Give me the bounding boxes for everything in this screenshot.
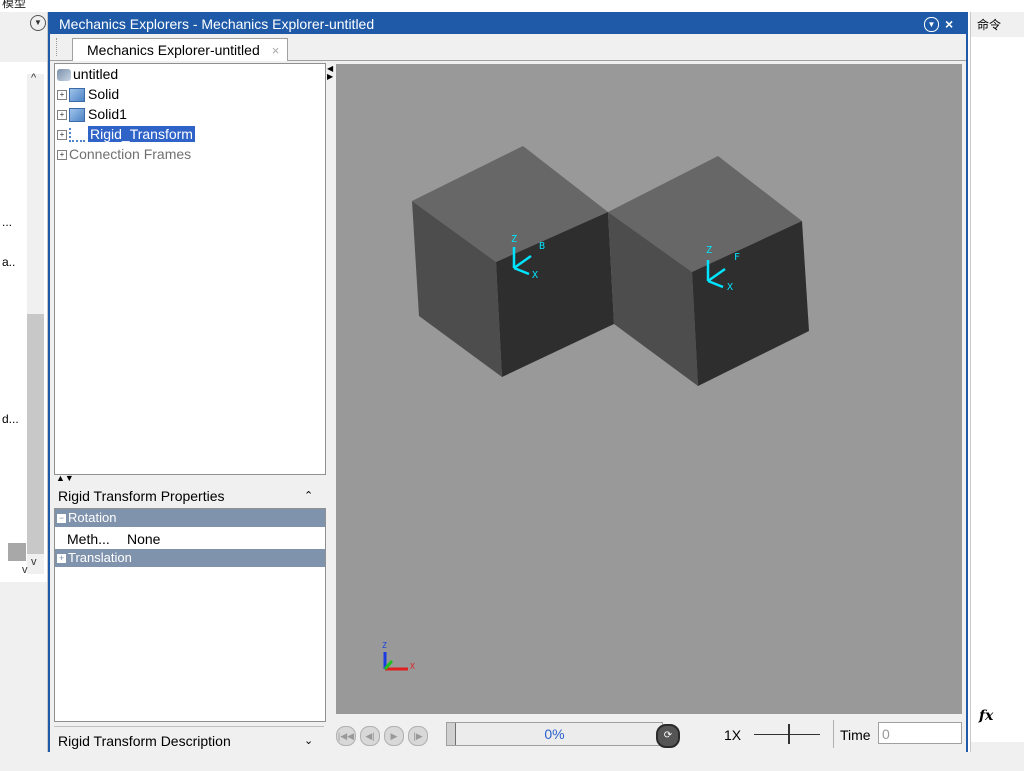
left-scrollbar[interactable]: ^ v <box>27 72 44 574</box>
playback-bar: |◀◀ ◀| ▶ |▶ 0% ⟳ 1X Time 0 <box>336 714 962 754</box>
expand-icon[interactable]: + <box>57 130 67 141</box>
property-name: Meth... <box>67 531 110 547</box>
pane-splitter-handle[interactable]: ▲▼ <box>56 474 74 483</box>
triad-x-label: X <box>410 662 415 671</box>
tree-item-solid1[interactable]: + Solid1 <box>57 104 127 124</box>
frame2-z-label: Z <box>706 245 712 256</box>
tree-item-solid[interactable]: + Solid <box>57 84 119 104</box>
expand-icon[interactable]: + <box>57 150 67 161</box>
playback-progress[interactable]: 0% <box>446 722 663 746</box>
left-hscroll-thumb[interactable] <box>8 543 26 561</box>
tree-item-untitled[interactable]: untitled <box>57 64 118 84</box>
tree-item-label: Solid1 <box>88 106 127 122</box>
collapse-up-icon[interactable]: ⌃ <box>304 484 313 508</box>
category-rotation[interactable]: − Rotation <box>55 509 325 527</box>
collapse-icon[interactable]: ▼ <box>30 15 46 31</box>
world-triad <box>383 652 408 671</box>
properties-grid: − Rotation Meth... None + Translation <box>54 508 326 722</box>
command-window-content[interactable] <box>971 37 1024 742</box>
frame2-f-label: F <box>734 252 740 263</box>
solid-icon <box>69 108 85 123</box>
tab-mechanics-explorer[interactable]: Mechanics Explorer-untitled × <box>72 38 289 61</box>
tab-label: Mechanics Explorer-untitled <box>87 42 260 58</box>
progress-text: 0% <box>544 726 565 742</box>
tree-item-label: Connection Frames <box>69 146 192 162</box>
tree-item-label: Solid <box>88 86 120 102</box>
expand-down-icon[interactable]: ⌄ <box>304 727 313 755</box>
scene-canvas[interactable]: Z B X Z F X Z X <box>336 64 962 714</box>
time-input[interactable]: 0 <box>878 722 962 744</box>
menu-fragment: 模型 <box>2 0 27 10</box>
category-label: Translation <box>68 550 132 565</box>
scroll-up-icon[interactable]: ^ <box>31 72 36 84</box>
splitter-arrow-icon[interactable]: ◀ ▶ <box>327 65 333 81</box>
skip-to-start-icon[interactable]: |◀◀ <box>336 726 356 746</box>
speed-slider-knob[interactable] <box>788 724 790 744</box>
frame1-x-label: X <box>532 270 538 281</box>
model-tree: untitled + Solid + Solid1 + Rigid_Transform… <box>54 63 326 475</box>
model-icon <box>57 69 71 82</box>
scroll-thumb[interactable] <box>27 314 44 554</box>
tab-bar: Mechanics Explorer-untitled × <box>50 34 966 61</box>
step-back-icon[interactable]: ◀| <box>360 726 380 746</box>
triad-z-label: Z <box>382 641 387 650</box>
frame1-z-label: Z <box>511 234 517 245</box>
3d-viewport[interactable]: Z B X Z F X Z X <box>336 64 962 714</box>
tree-item-label: untitled <box>73 66 119 82</box>
speed-slider-track[interactable] <box>754 734 820 735</box>
left-panel: ▼ ... a.. d... ^ v v <box>0 12 48 766</box>
left-dropdown-icon[interactable]: v <box>22 564 28 576</box>
fx-icon[interactable]: fx <box>979 708 993 724</box>
mechanics-explorer-window: Mechanics Explorers - Mechanics Explorer… <box>48 12 968 764</box>
tree-item-connection-frames[interactable]: + Connection Frames <box>57 144 191 164</box>
property-value[interactable]: None <box>127 529 160 549</box>
frame-icon <box>69 128 85 143</box>
separator <box>833 720 834 748</box>
properties-title: Rigid Transform Properties <box>58 488 225 504</box>
property-method[interactable]: Meth... None <box>55 529 325 549</box>
status-bar <box>0 752 1024 771</box>
tab-close-icon[interactable]: × <box>272 43 280 58</box>
solid-icon <box>69 88 85 103</box>
frame1-b-label: B <box>539 241 545 252</box>
command-window-title: 命令 <box>977 18 1002 32</box>
speed-label: 1X <box>724 727 742 743</box>
collapse-icon[interactable]: − <box>57 514 66 524</box>
description-header[interactable]: Rigid Transform Description ⌄ <box>54 726 324 755</box>
scroll-down-icon[interactable]: v <box>31 556 37 568</box>
window-menu-icon[interactable]: ▼ <box>924 17 939 32</box>
tree-item-rigid-transform[interactable]: + Rigid_Transform <box>57 124 195 144</box>
expand-icon[interactable]: + <box>57 554 66 564</box>
tree-item-label: Rigid_Transform <box>88 126 195 142</box>
tab-grip <box>56 38 59 56</box>
properties-header[interactable]: Rigid Transform Properties ⌃ <box>54 484 324 508</box>
window-close-icon[interactable]: × <box>945 14 953 34</box>
category-label: Rotation <box>68 510 117 525</box>
description-title: Rigid Transform Description <box>58 733 231 749</box>
step-forward-icon[interactable]: |▶ <box>408 726 428 746</box>
play-icon[interactable]: ▶ <box>384 726 404 746</box>
loop-icon[interactable]: ⟳ <box>656 724 680 748</box>
left-item-2[interactable]: a.. <box>2 255 15 269</box>
window-title: Mechanics Explorers - Mechanics Explorer… <box>59 16 375 32</box>
category-translation[interactable]: + Translation <box>55 549 325 567</box>
frame2-x-label: X <box>727 282 733 293</box>
window-titlebar[interactable]: Mechanics Explorers - Mechanics Explorer… <box>50 14 966 34</box>
command-window-panel: 命令 fx <box>970 12 1024 766</box>
left-item-3[interactable]: d... <box>2 412 19 426</box>
expand-icon[interactable]: + <box>57 110 67 121</box>
left-item-1[interactable]: ... <box>2 215 12 229</box>
time-label: Time <box>840 727 871 743</box>
vertical-splitter[interactable]: ◀ ▶ <box>326 63 334 753</box>
expand-icon[interactable]: + <box>57 90 67 101</box>
